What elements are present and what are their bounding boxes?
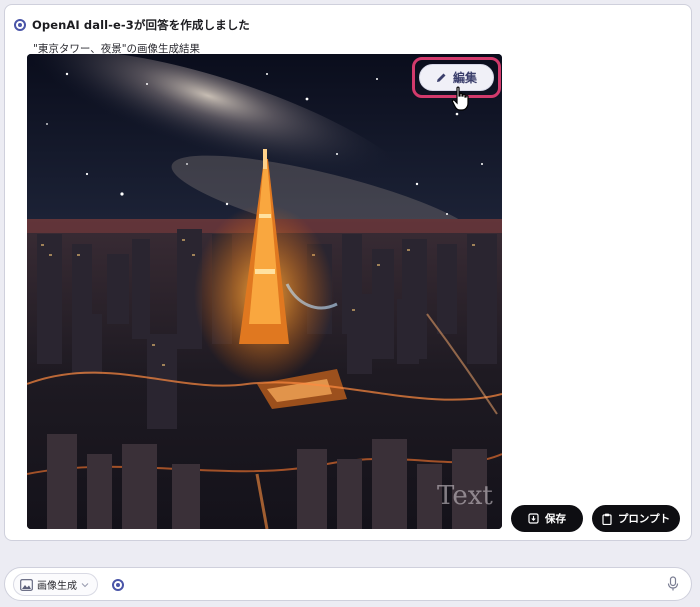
clipboard-icon — [602, 513, 612, 525]
prompt-button-label: プロンプト — [617, 513, 671, 525]
model-indicator-icon — [112, 579, 124, 591]
answer-title: OpenAI dall-e-3が回答を作成しました — [32, 18, 250, 32]
edit-button-label: 編集 — [452, 71, 477, 85]
prompt-button[interactable]: プロンプト — [592, 505, 680, 532]
image-icon — [20, 578, 33, 591]
pencil-icon — [436, 72, 447, 83]
message-composer[interactable]: 画像生成 — [4, 567, 692, 601]
image-mode-label: 画像生成 — [37, 581, 77, 592]
save-button-label: 保存 — [545, 513, 566, 525]
hand-cursor-icon — [450, 86, 472, 116]
save-icon — [528, 513, 539, 524]
image-watermark: Text — [437, 481, 493, 511]
answer-header: OpenAI dall-e-3が回答を作成しました — [14, 16, 250, 34]
save-button[interactable]: 保存 — [511, 505, 583, 532]
microphone-icon[interactable] — [667, 576, 679, 596]
chevron-down-icon — [81, 582, 89, 588]
generated-image: Text — [27, 54, 502, 529]
model-radio-icon — [14, 19, 26, 31]
image-mode-selector[interactable]: 画像生成 — [13, 573, 98, 596]
